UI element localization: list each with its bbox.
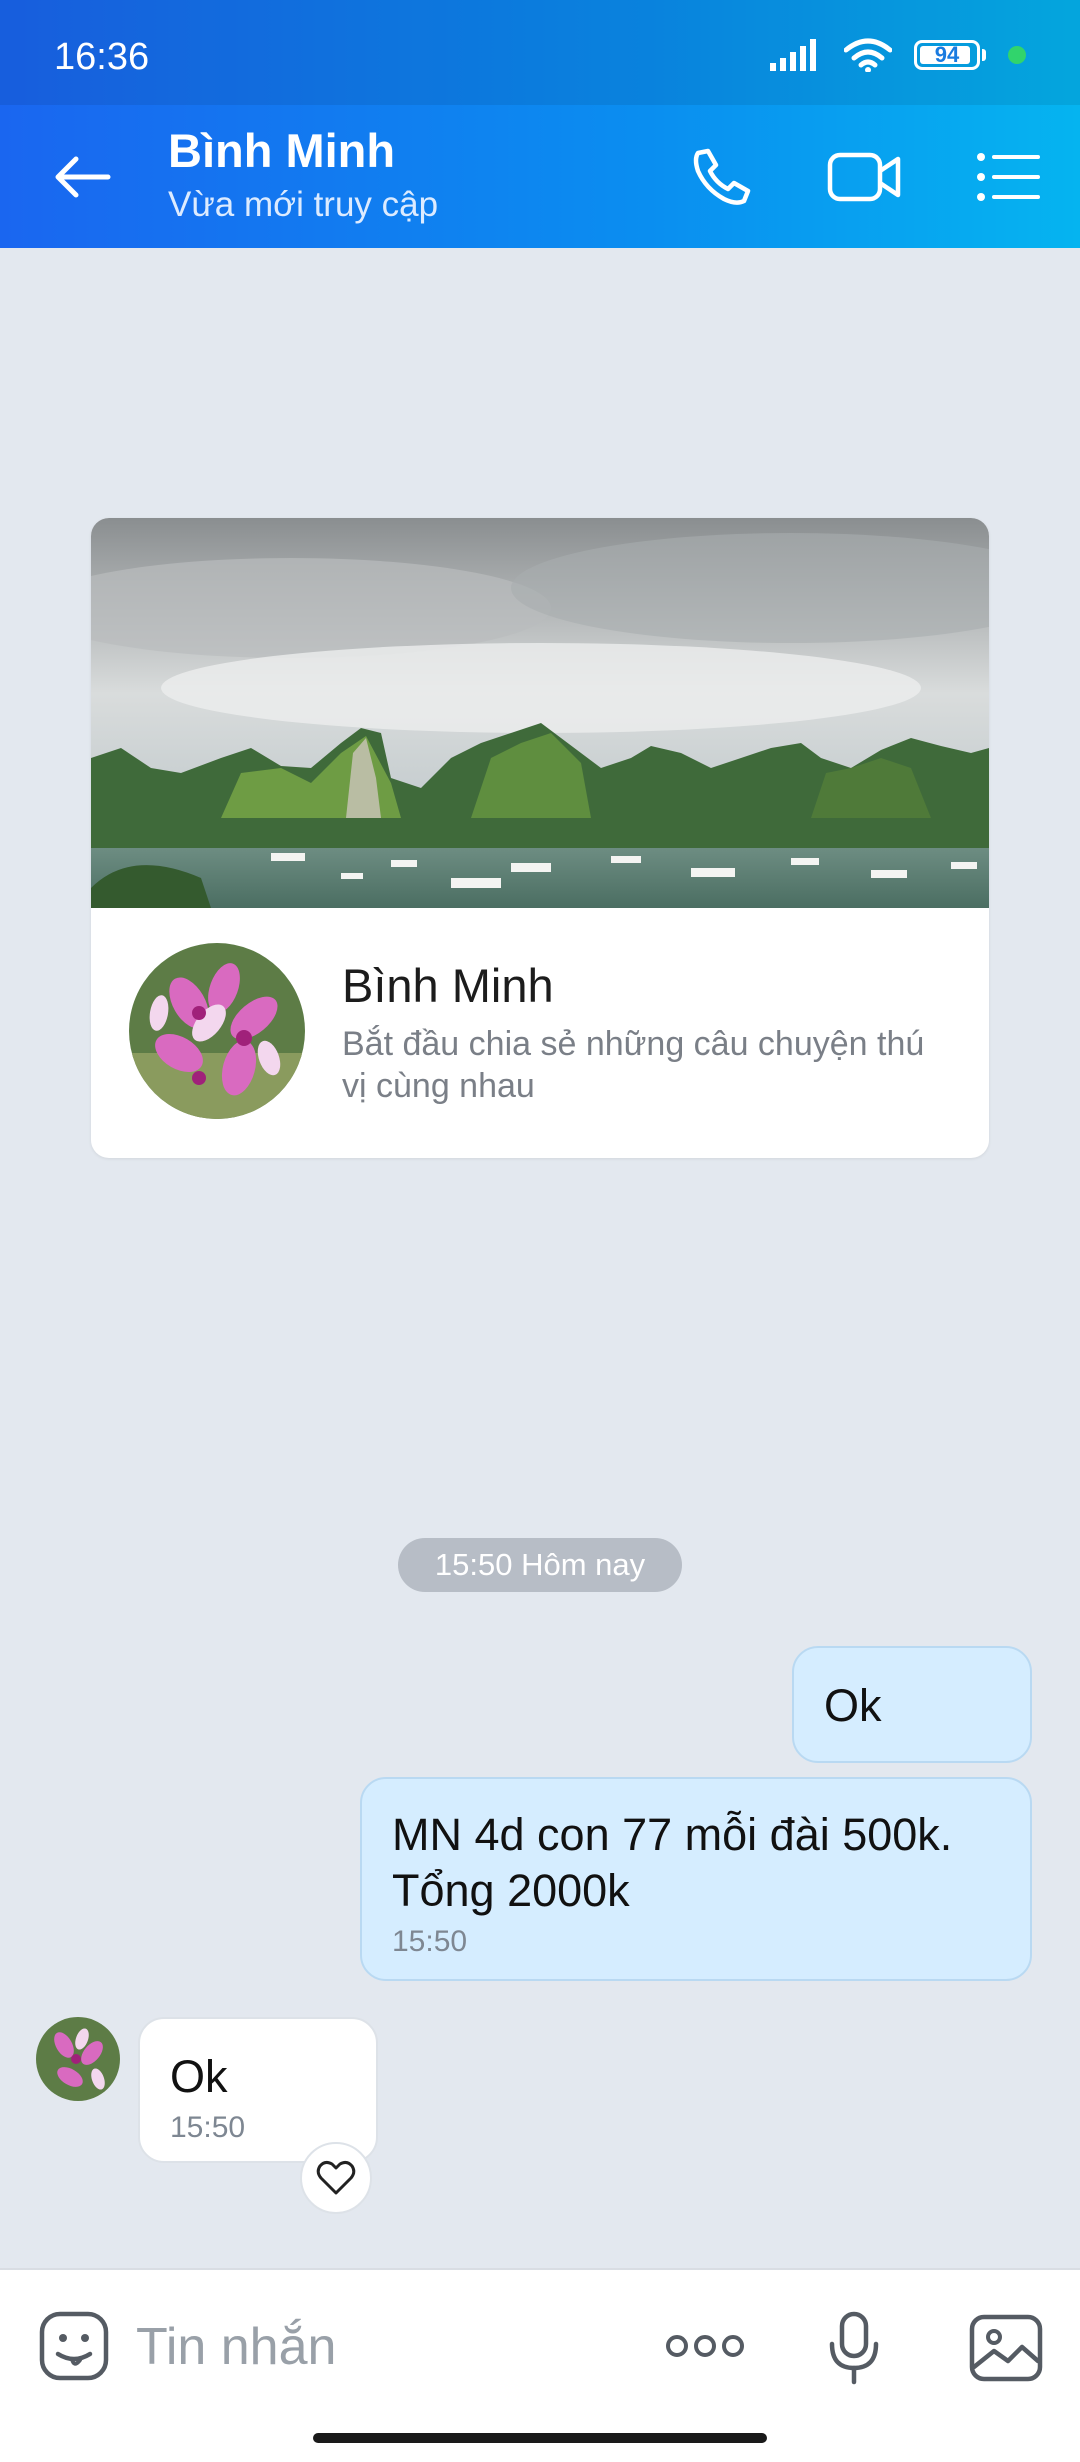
heart-icon <box>316 2160 356 2195</box>
contact-name[interactable]: Bình Minh <box>168 123 395 178</box>
image-gallery-icon <box>969 2314 1043 2382</box>
orchid-avatar-image <box>36 2017 120 2101</box>
voice-message-button[interactable] <box>812 2306 896 2390</box>
video-call-icon <box>827 152 901 202</box>
menu-button[interactable] <box>966 135 1050 219</box>
message-time: 15:50 <box>170 2111 246 2144</box>
orchid-avatar-image <box>129 943 305 1119</box>
contact-avatar-large[interactable] <box>129 943 305 1119</box>
message-input[interactable] <box>136 2312 616 2382</box>
video-call-button[interactable] <box>822 135 906 219</box>
more-dots-icon <box>666 2335 744 2357</box>
status-time: 16:36 <box>54 36 150 78</box>
message-text: MN 4d con 77 mỗi đài 500k. Tổng 2000k <box>392 1809 953 1916</box>
cover-photo <box>91 518 989 908</box>
date-separator: 15:50 Hôm nay <box>398 1538 682 1592</box>
sticker-button[interactable] <box>34 2306 114 2386</box>
battery-icon: 94 <box>914 40 986 70</box>
wifi-icon <box>844 38 892 72</box>
image-picker-button[interactable] <box>964 2306 1048 2390</box>
signal-icon <box>770 39 816 71</box>
profile-card-description: Bắt đầu chia sẻ những câu chuyện thú vị … <box>342 1025 925 1105</box>
last-seen-status: Vừa mới truy cập <box>168 185 439 224</box>
privacy-indicator-dot <box>1008 46 1026 64</box>
microphone-icon <box>829 2311 879 2385</box>
message-text: Ok <box>170 2051 228 2102</box>
phone-icon <box>693 148 751 205</box>
more-options-button[interactable] <box>660 2310 750 2382</box>
profile-card-name: Bình Minh <box>342 959 554 1012</box>
menu-list-icon <box>977 153 1040 201</box>
profile-card[interactable]: Bình Minh Bắt đầu chia sẻ những câu chuy… <box>91 518 989 1158</box>
sticker-emoji-icon <box>39 2311 109 2381</box>
react-button[interactable] <box>300 2142 372 2214</box>
chat-header: Bình Minh Vừa mới truy cập <box>0 105 1080 248</box>
contact-avatar-small[interactable] <box>36 2017 120 2101</box>
status-bar: 16:36 94 <box>0 0 1080 105</box>
home-indicator[interactable] <box>313 2433 767 2443</box>
battery-level: 94 <box>934 42 960 67</box>
status-icons: 94 <box>770 38 1026 72</box>
message-bubble-incoming[interactable]: Ok 15:50 <box>138 2017 378 2163</box>
top-bar: 16:36 94 Bình Minh Vừa mới truy cập <box>0 0 1080 248</box>
call-button[interactable] <box>680 135 764 219</box>
message-time: 15:50 <box>392 1925 468 1958</box>
back-button[interactable] <box>46 141 118 213</box>
message-bubble-outgoing[interactable]: MN 4d con 77 mỗi đài 500k. Tổng 2000k 15… <box>360 1777 1032 1981</box>
message-text: Ok <box>824 1680 882 1731</box>
back-arrow-icon <box>55 156 111 198</box>
message-bubble-outgoing[interactable]: Ok <box>792 1646 1032 1763</box>
